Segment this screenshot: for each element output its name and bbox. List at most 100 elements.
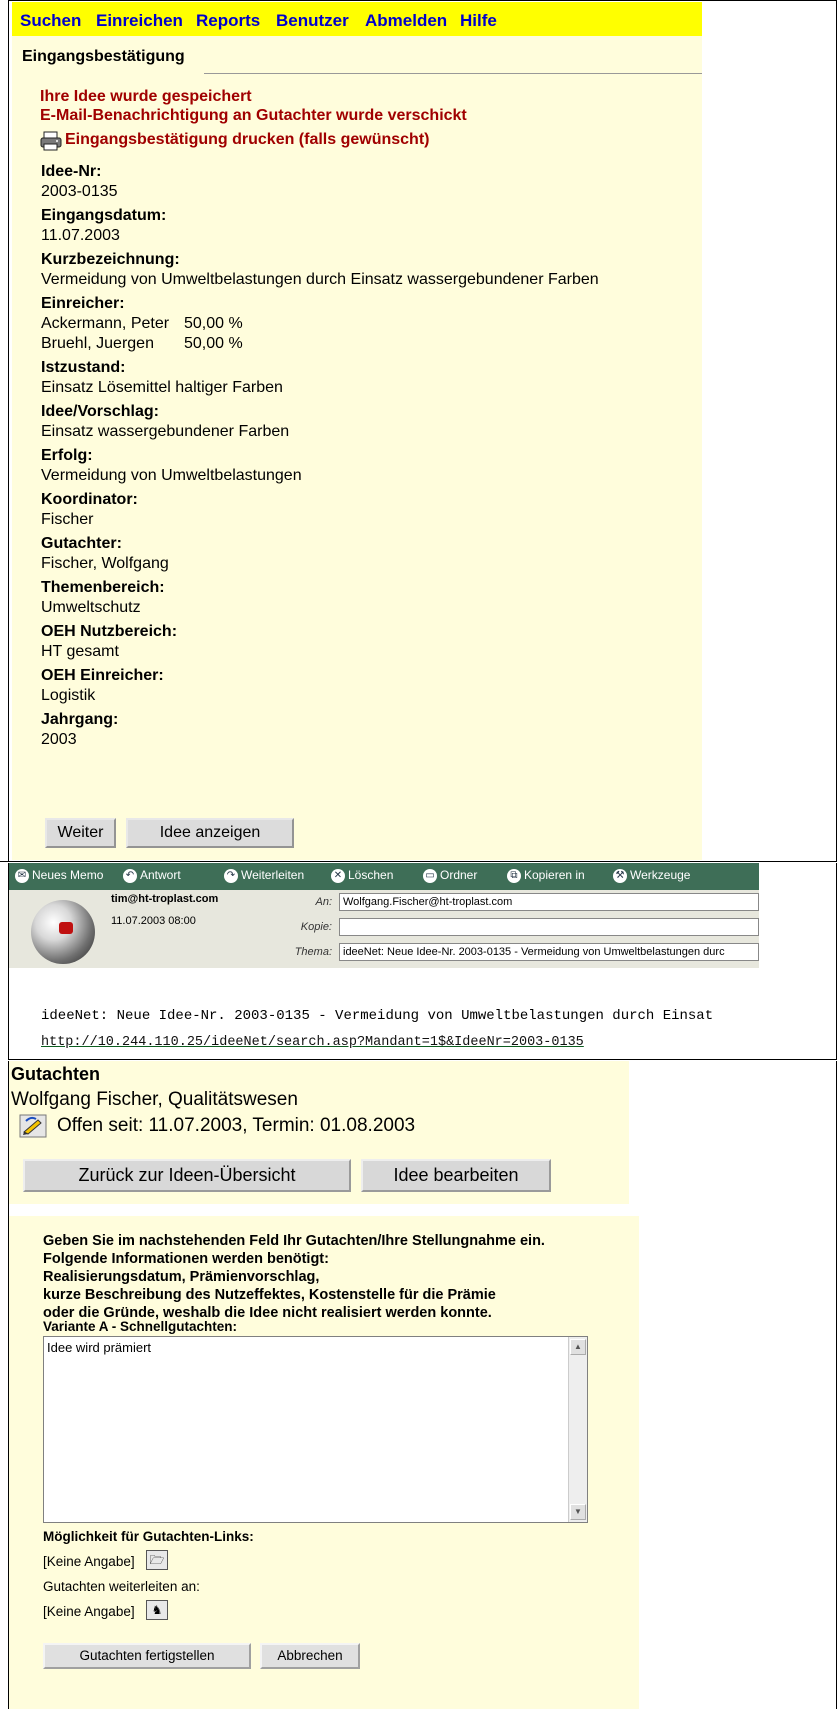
idea-link[interactable]: http://10.244.110.25/ideeNet/search.asp?… — [41, 1035, 584, 1050]
value-jahrgang: 2003 — [41, 731, 77, 748]
forward-label: Weiterleiten — [241, 868, 305, 882]
cc-field[interactable] — [339, 918, 759, 936]
textarea-scrollbar[interactable]: ▲ ▼ — [568, 1337, 587, 1522]
heading-divider — [204, 73, 702, 74]
label-themenbereich: Themenbereich: — [41, 579, 165, 596]
subject-label: Thema: — [294, 946, 332, 958]
mail-header: tim@ht-troplast.com 11.07.2003 08:00 An:… — [9, 890, 759, 968]
to-field[interactable]: Wolfgang.Fischer@ht-troplast.com — [339, 893, 759, 911]
forward-icon: ↷ — [224, 868, 238, 883]
reply-icon: ↶ — [123, 868, 137, 883]
label-oeh-nutzbereich: OEH Nutzbereich: — [41, 623, 178, 640]
label-koordinator: Koordinator: — [41, 491, 138, 508]
delete-button[interactable]: ✕ Löschen — [331, 868, 393, 883]
variant-label: Variante A - Schnellgutachten: — [43, 1319, 237, 1334]
value-gutachter: Fischer, Wolfgang — [41, 555, 169, 572]
submitter-name: Ackermann, Peter — [41, 315, 170, 332]
sender-avatar-globe — [31, 900, 95, 964]
top-nav-bar: Suchen Einreichen Reports Benutzer Abmel… — [12, 2, 702, 36]
submitter-share: 50,00 % — [184, 335, 243, 352]
copy-to-button[interactable]: ⧉ Kopieren in — [507, 868, 585, 883]
tools-icon: ⚒ — [613, 868, 627, 883]
value-oeh-einreicher: Logistik — [41, 687, 96, 704]
sender-address: tim@ht-troplast.com — [111, 893, 219, 905]
instruction-line: Folgende Informationen werden benötigt: — [43, 1251, 329, 1267]
saved-message: Ihre Idee wurde gespeichert — [40, 88, 252, 105]
value-oeh-nutzbereich: HT gesamt — [41, 643, 119, 660]
review-status: Offen seit: 11.07.2003, Termin: 01.08.20… — [57, 1115, 416, 1136]
value-kurzbezeichnung: Vermeidung von Umweltbelastungen durch E… — [41, 271, 599, 288]
cc-label: Kopie: — [300, 921, 332, 933]
reply-button[interactable]: ↶ Antwort — [123, 868, 181, 883]
value-idee-vorschlag: Einsatz wassergebundener Farben — [41, 423, 290, 440]
print-confirmation-link[interactable]: Eingangsbestätigung drucken (falls gewün… — [65, 131, 429, 149]
label-erfolg: Erfolg: — [41, 447, 93, 464]
scroll-up-arrow-icon[interactable]: ▲ — [570, 1339, 586, 1355]
subject-field[interactable]: ideeNet: Neue Idee-Nr. 2003-0135 - Verme… — [339, 943, 759, 961]
tools-label: Werkzeuge — [630, 868, 691, 882]
nav-reports[interactable]: Reports — [196, 11, 260, 31]
forward-value: [Keine Angabe] — [43, 1604, 135, 1619]
folder-label: Ordner — [440, 868, 478, 882]
back-to-overview-button[interactable]: Zurück zur Ideen-Übersicht — [23, 1159, 351, 1192]
edit-pencil-icon — [19, 1113, 47, 1139]
nav-hilfe[interactable]: Hilfe — [460, 11, 497, 31]
email-panel: ✉ Neues Memo ↶ Antwort ↷ Weiterleiten ✕ Lösc… — [8, 863, 837, 1060]
edit-idea-button[interactable]: Idee bearbeiten — [361, 1159, 551, 1192]
page-title: Eingangsbestätigung — [22, 48, 185, 65]
review-title: Gutachten — [11, 1064, 101, 1084]
label-jahrgang: Jahrgang: — [41, 711, 119, 728]
cancel-button[interactable]: Abbrechen — [260, 1643, 360, 1669]
show-idea-button[interactable]: Idee anzeigen — [126, 818, 294, 848]
submitter-share: 50,00 % — [184, 315, 243, 332]
links-label: Möglichkeit für Gutachten-Links: — [43, 1529, 254, 1544]
value-istzustand: Einsatz Lösemittel haltiger Farben — [41, 379, 283, 396]
delete-icon: ✕ — [331, 868, 345, 883]
label-idee-vorschlag: Idee/Vorschlag: — [41, 403, 159, 420]
value-themenbereich: Umweltschutz — [41, 599, 141, 616]
value-eingangsdatum: 11.07.2003 — [41, 227, 120, 244]
forward-button[interactable]: ↷ Weiterleiten — [224, 868, 304, 883]
next-button[interactable]: Weiter — [45, 818, 116, 848]
reply-label: Antwort — [140, 868, 181, 882]
forward-label: Gutachten weiterleiten an: — [43, 1579, 200, 1594]
finish-review-button[interactable]: Gutachten fertigstellen — [43, 1643, 251, 1669]
label-idee-nr: Idee-Nr: — [41, 163, 102, 180]
memo-icon: ✉ — [15, 868, 29, 883]
label-oeh-einreicher: OEH Einreicher: — [41, 667, 164, 684]
review-textarea[interactable]: Idee wird prämiert ▲ ▼ — [43, 1336, 588, 1523]
tools-button[interactable]: ⚒ Werkzeuge — [613, 868, 690, 883]
nav-benutzer[interactable]: Benutzer — [276, 11, 349, 31]
folder-icon: ▭ — [423, 868, 437, 883]
nav-einreichen[interactable]: Einreichen — [96, 11, 183, 31]
copy-icon: ⧉ — [507, 868, 521, 883]
new-memo-button[interactable]: ✉ Neues Memo — [15, 868, 103, 883]
open-folder-icon[interactable]: 🗁 — [146, 1550, 168, 1570]
label-einreicher: Einreicher: — [41, 295, 125, 312]
links-value: [Keine Angabe] — [43, 1554, 135, 1569]
nav-suchen[interactable]: Suchen — [20, 11, 81, 31]
variant-label-text: Variante A - Schnellgutachten: — [43, 1319, 238, 1334]
printer-icon[interactable] — [40, 131, 62, 151]
confirmation-panel: Suchen Einreichen Reports Benutzer Abmel… — [0, 0, 837, 862]
delete-label: Löschen — [348, 868, 394, 882]
copy-to-label: Kopieren in — [524, 868, 585, 882]
submitter-name: Bruehl, Juergen — [41, 335, 154, 352]
folder-button[interactable]: ▭ Ordner — [423, 868, 477, 883]
person-search-icon[interactable]: ♞ — [146, 1600, 168, 1620]
instruction-line: Realisierungsdatum, Prämienvorschlag, — [43, 1269, 320, 1285]
label-gutachter: Gutachter: — [41, 535, 122, 552]
to-label: An: — [315, 896, 332, 908]
value-erfolg: Vermeidung von Umweltbelastungen — [41, 467, 302, 484]
label-istzustand: Istzustand: — [41, 359, 126, 376]
mail-toolbar: ✉ Neues Memo ↶ Antwort ↷ Weiterleiten ✕ Lösc… — [9, 863, 759, 890]
instruction-line: kurze Beschreibung des Nutzeffektes, Kos… — [43, 1287, 496, 1303]
review-text: Idee wird prämiert — [47, 1340, 152, 1355]
new-memo-label: Neues Memo — [32, 868, 104, 882]
nav-abmelden[interactable]: Abmelden — [365, 11, 447, 31]
reviewer-name: Wolfgang Fischer, Qualitätswesen — [11, 1089, 298, 1110]
globe-marker — [59, 922, 73, 934]
scroll-down-arrow-icon[interactable]: ▼ — [570, 1504, 586, 1520]
value-koordinator: Fischer — [41, 511, 94, 528]
email-sent-message: E-Mail-Benachrichtigung an Gutachter wur… — [40, 107, 467, 124]
